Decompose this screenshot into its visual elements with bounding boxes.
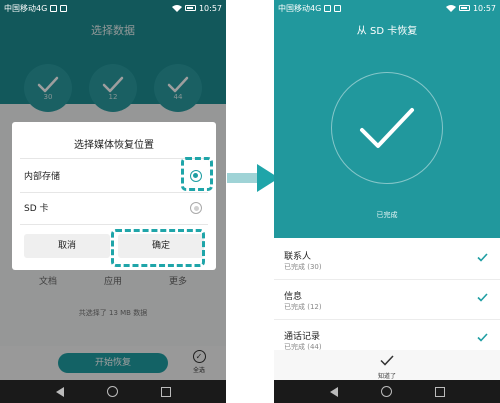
highlight-radio-box — [181, 157, 213, 191]
battery-icon — [458, 5, 470, 11]
completion-ring — [331, 72, 443, 184]
list-item: 联系人 已完成 (30) — [274, 240, 500, 278]
check-icon — [380, 355, 394, 366]
check-icon — [477, 333, 488, 342]
item-name: 信息 — [284, 292, 303, 302]
left-phone-screen: 中国移动4G 10:57 选择数据 30 12 44 文档 应用 更多 共选择了… — [0, 0, 226, 403]
item-status: 已完成 (12) — [284, 303, 322, 311]
right-phone-screen: 中国移动4G 10:57 从 SD 卡恢复 已完成 联系人 已完成 (30) 信… — [274, 0, 500, 403]
completed-label: 已完成 — [376, 211, 398, 219]
divider — [20, 224, 208, 225]
cancel-button[interactable]: 取消 — [24, 234, 110, 258]
home-icon[interactable] — [106, 386, 118, 397]
battery-icon — [184, 5, 196, 11]
notification-icon — [334, 4, 342, 12]
notification-icon — [324, 4, 332, 12]
divider — [20, 158, 208, 159]
wifi-icon — [445, 5, 456, 12]
notification-icon — [60, 4, 68, 12]
item-name: 通话记录 — [284, 332, 321, 342]
right-status-bar: 中国移动4G 10:57 — [274, 0, 500, 16]
dialog-title: 选择媒体恢复位置 — [74, 140, 154, 151]
clock: 10:57 — [472, 3, 496, 13]
option-label: 内部存储 — [24, 172, 61, 182]
left-status-bar: 中国移动4G 10:57 — [0, 0, 226, 16]
list-item: 信息 已完成 (12) — [274, 280, 500, 318]
back-icon[interactable] — [329, 386, 338, 397]
option-sd-card[interactable]: SD 卡 — [12, 192, 216, 224]
clock: 10:57 — [198, 3, 222, 13]
done-button[interactable]: 知道了 — [274, 350, 500, 380]
recent-apps-icon[interactable] — [160, 386, 171, 397]
back-icon[interactable] — [55, 386, 64, 397]
home-icon[interactable] — [380, 386, 392, 397]
highlight-confirm-box — [111, 229, 205, 267]
radio-unselected-icon[interactable] — [190, 202, 202, 214]
wifi-icon — [171, 5, 182, 12]
notification-icon — [50, 4, 58, 12]
done-button-label: 知道了 — [377, 373, 396, 380]
item-status: 已完成 (30) — [284, 263, 322, 271]
arrow-right-icon — [227, 164, 279, 192]
option-label: SD 卡 — [24, 204, 49, 214]
item-name: 联系人 — [284, 252, 312, 262]
check-icon — [477, 293, 488, 302]
page-title: 从 SD 卡恢复 — [356, 26, 418, 37]
check-icon — [477, 253, 488, 262]
recent-apps-icon[interactable] — [434, 386, 445, 397]
carrier-label: 中国移动4G — [278, 3, 322, 13]
left-navigation-bar — [0, 380, 226, 403]
right-navigation-bar — [274, 380, 500, 403]
check-icon — [360, 108, 414, 148]
carrier-label: 中国移动4G — [4, 3, 48, 13]
